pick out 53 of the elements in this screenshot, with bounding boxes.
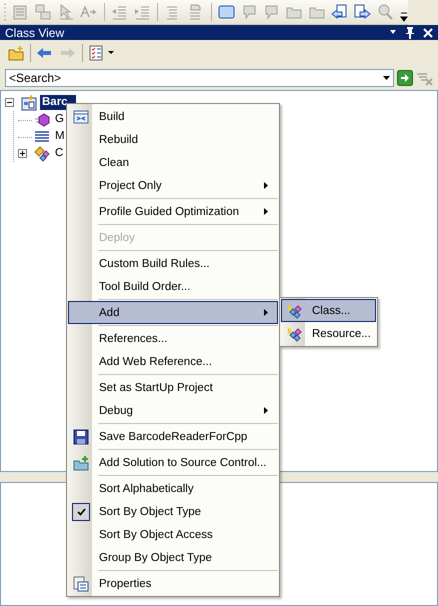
- expander-icon[interactable]: [5, 98, 14, 107]
- menu-item[interactable]: Tool Build Order...: [68, 275, 278, 298]
- submenu-arrow-icon: [264, 407, 268, 414]
- submenu-arrow-icon: [264, 208, 268, 215]
- expander-icon[interactable]: [18, 149, 27, 158]
- pin-icon[interactable]: [405, 26, 415, 38]
- overflow-chevron-icon[interactable]: [400, 12, 408, 22]
- menu-item[interactable]: Custom Build Rules...: [68, 252, 278, 275]
- submenu-arrow-icon: [264, 309, 268, 316]
- menu-item[interactable]: Rebuild: [68, 128, 278, 151]
- project-icon: [21, 94, 37, 110]
- tree-item[interactable]: G: [53, 112, 66, 127]
- rectangle-icon[interactable]: [218, 4, 235, 20]
- menu-item[interactable]: Project Only: [68, 174, 278, 197]
- menu-item[interactable]: Debug: [68, 399, 278, 422]
- menu-item[interactable]: Sort By Object Type: [68, 500, 278, 523]
- menu-item[interactable]: Set as StartUp Project: [68, 376, 278, 399]
- classes-icon: [34, 146, 50, 162]
- menu-item[interactable]: References...: [68, 327, 278, 350]
- class-icon: [286, 326, 302, 342]
- properties-icon: [73, 576, 89, 592]
- dropdown-icon[interactable]: [389, 30, 397, 35]
- menu-item[interactable]: Group By Object Type: [68, 546, 278, 569]
- checklist-icon[interactable]: [88, 45, 105, 61]
- folder-plus-icon: [73, 454, 89, 470]
- new-folder-icon[interactable]: [8, 45, 25, 61]
- dropdown-icon[interactable]: [108, 51, 114, 55]
- lines-icon: [34, 128, 50, 144]
- menu-item[interactable]: Clean: [68, 151, 278, 174]
- search-combo[interactable]: <Search>: [5, 69, 394, 87]
- menu-item[interactable]: Resource...: [281, 322, 376, 345]
- menu-item[interactable]: Add Solution to Source Control...: [68, 451, 278, 474]
- menu-item[interactable]: Add Web Reference...: [68, 350, 278, 373]
- tree-item[interactable]: M: [53, 129, 67, 144]
- menu-item[interactable]: Profile Guided Optimization: [68, 200, 278, 223]
- tree-item[interactable]: C: [53, 146, 66, 161]
- document-arrow-icon[interactable]: [331, 4, 348, 20]
- panel-title: Class View: [5, 26, 64, 40]
- gem-icon: [34, 112, 50, 128]
- class-icon: [286, 302, 302, 318]
- close-icon[interactable]: [423, 28, 433, 38]
- document-arrow-icon[interactable]: [354, 4, 372, 20]
- menu-item[interactable]: Sort Alphabetically: [68, 477, 278, 500]
- menu-item[interactable]: Class...: [281, 299, 376, 322]
- back-arrow-icon[interactable]: [36, 45, 53, 61]
- menu-item[interactable]: Save BarcodeReaderForCpp: [68, 425, 278, 448]
- search-text: <Search>: [9, 71, 62, 85]
- submenu-arrow-icon: [264, 182, 268, 189]
- dropdown-icon[interactable]: [383, 76, 390, 80]
- menu-item[interactable]: Properties: [68, 572, 278, 595]
- build-icon: [73, 108, 89, 124]
- menu-item[interactable]: Add: [68, 301, 278, 324]
- menu-item[interactable]: Sort By Object Access: [68, 523, 278, 546]
